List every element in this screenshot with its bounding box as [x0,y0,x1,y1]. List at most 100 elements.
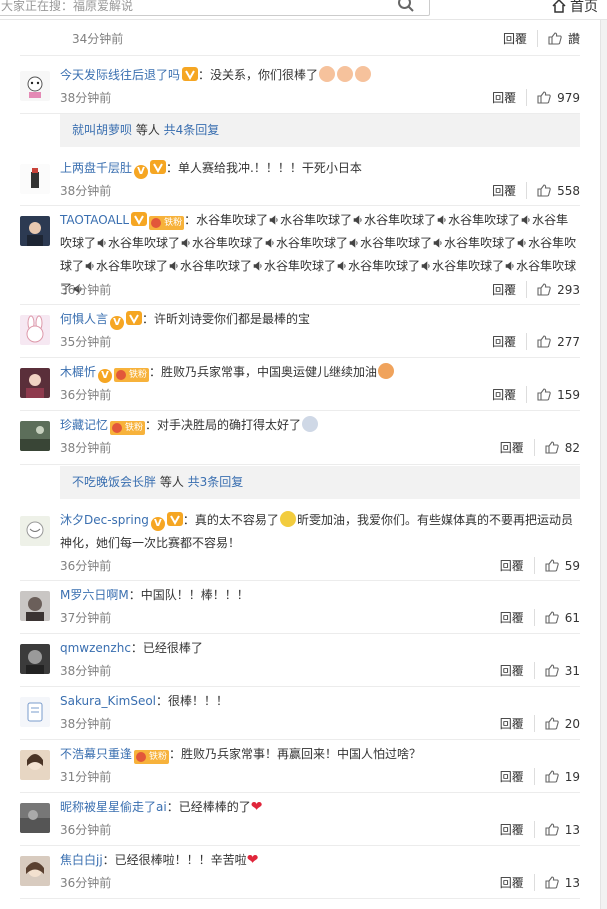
username-link[interactable]: M罗六日啊M [60,588,129,602]
reply-summary: 不吃晚饭会长胖 等人 共3条回复 [60,466,580,499]
like-count[interactable]: 讚 [568,32,580,46]
thumbs-up-icon[interactable] [545,876,559,889]
avatar[interactable] [20,315,50,345]
username-link[interactable]: 今天发际线往后退了吗 [60,68,180,82]
repeat-segment: 水谷隼吹球了 [364,213,437,227]
like-count[interactable]: 20 [565,717,580,731]
thumbs-up-icon[interactable] [545,664,559,677]
like-count[interactable]: 82 [565,441,580,455]
username-link[interactable]: 何惧人言 [60,312,108,326]
thumbs-up-icon[interactable] [537,91,551,104]
home-link[interactable]: 首页 [552,0,598,16]
thumbs-up-icon[interactable] [545,611,559,624]
comment-actions: 回覆 13 [500,821,580,838]
reply-button[interactable]: 回覆 [492,333,528,350]
username-link[interactable]: 上两盘千层肚 [60,161,132,175]
username-link[interactable]: qmwzenzhc [60,641,131,655]
username-link[interactable]: 不浩幕只重逢 [60,747,132,761]
reply-button[interactable]: 回覆 [500,768,535,785]
username-link[interactable]: TAOTAOALL [60,213,129,227]
thumbs-up-icon[interactable] [537,388,551,401]
vip-badge-icon [150,160,167,174]
reply-button[interactable]: 回覆 [492,281,528,298]
list-item: 34分钟前 回覆 讚 [20,20,580,56]
like-count[interactable]: 13 [565,876,580,890]
thumbs-up-icon[interactable] [545,441,559,454]
thumbs-up-icon[interactable] [537,335,551,348]
view-replies-link[interactable]: 共4条回复 [164,123,220,137]
search-icon[interactable] [397,0,415,13]
reply-button[interactable]: 回覆 [500,439,535,456]
comment-text: 不浩幕只重逢 铁粉 ：胜败乃兵家常事！再赢回来！中国人怕过啥？ [60,743,580,766]
thumbs-up-icon[interactable] [537,184,551,197]
comment-text: qmwzenzhc：已经很棒了 [60,637,580,660]
username-link[interactable]: 珍藏记忆 [60,418,108,432]
avatar[interactable] [20,71,50,101]
fans-badge: 铁粉 [114,368,150,382]
avatar[interactable] [20,803,50,833]
thumbs-up-icon[interactable] [537,283,551,296]
reply-button[interactable]: 回覆 [500,662,535,679]
speaker-icon [517,238,526,248]
verified-v-icon: V [134,165,149,179]
repeat-segment: 水谷隼吹球了 [448,213,521,227]
username-link[interactable]: 昵称被星星偷走了ai [60,800,167,814]
thumbs-up-icon[interactable] [545,770,559,783]
reply-user-link[interactable]: 不吃晚饭会长胖 [72,475,156,489]
like-count[interactable]: 159 [557,388,580,402]
comment-actions: 回覆 13 [500,874,580,891]
thumbs-up-icon[interactable] [545,717,559,730]
avatar[interactable] [20,421,50,451]
repeat-segment: 水谷隼吹球了 [348,259,421,273]
reply-button[interactable]: 回覆 [500,557,535,574]
avatar[interactable] [20,516,50,546]
speaker-icon [253,261,262,271]
comment-body: ：胜败乃兵家常事！再赢回来！中国人怕过啥？ [169,747,422,761]
like-count[interactable]: 61 [565,611,580,625]
thumbs-up-icon[interactable] [545,559,559,572]
reply-button[interactable]: 回覆 [503,30,538,47]
like-count[interactable]: 31 [565,664,580,678]
avatar[interactable] [20,644,50,674]
like-count[interactable]: 19 [565,770,580,784]
avatar[interactable] [20,856,50,886]
avatar[interactable] [20,697,50,727]
like-count[interactable]: 59 [565,559,580,573]
avatar[interactable] [20,368,50,398]
view-replies-link[interactable]: 共3条回复 [188,475,244,489]
reply-button[interactable]: 回覆 [492,386,528,403]
avatar[interactable] [20,164,50,194]
comment-item: M罗六日啊M：中国队！！棒！！！ 37分钟前 回覆 61 [20,581,580,634]
username-link[interactable]: Sakura_KimSeol [60,694,156,708]
avatar[interactable] [20,591,50,621]
like-count[interactable]: 277 [557,335,580,349]
search-input[interactable]: 大家正在搜：福原爱解说 [0,0,430,16]
username-link[interactable]: 焦白白jj [60,853,103,867]
avatar[interactable] [20,216,50,246]
reply-button[interactable]: 回覆 [500,821,535,838]
thumbs-up-icon[interactable] [545,823,559,836]
comment-body: ：很棒！！！ [156,694,229,708]
reply-user-link[interactable]: 就叫胡萝呗 [72,123,132,137]
reply-button[interactable]: 回覆 [492,89,528,106]
username-link[interactable]: 沐夕Dec-spring [60,513,149,527]
avatar[interactable] [20,750,50,780]
speaker-icon [97,238,106,248]
comment-actions: 回覆 31 [500,662,580,679]
speaker-icon [349,238,358,248]
like-count[interactable]: 293 [557,283,580,297]
verified-v-icon: V [98,369,113,383]
scrollbar[interactable] [600,20,607,909]
like-count[interactable]: 558 [557,184,580,198]
speaker-icon [353,215,362,225]
username-link[interactable]: 木樨忻 [60,365,96,379]
top-bar: 大家正在搜：福原爱解说 首页 [0,0,607,20]
comment-actions: 回覆 19 [500,768,580,785]
reply-button[interactable]: 回覆 [500,715,535,732]
like-count[interactable]: 13 [565,823,580,837]
like-count[interactable]: 979 [557,91,580,105]
thumbs-up-icon[interactable] [548,32,562,45]
reply-button[interactable]: 回覆 [500,874,535,891]
reply-button[interactable]: 回覆 [492,182,528,199]
reply-button[interactable]: 回覆 [500,609,535,626]
